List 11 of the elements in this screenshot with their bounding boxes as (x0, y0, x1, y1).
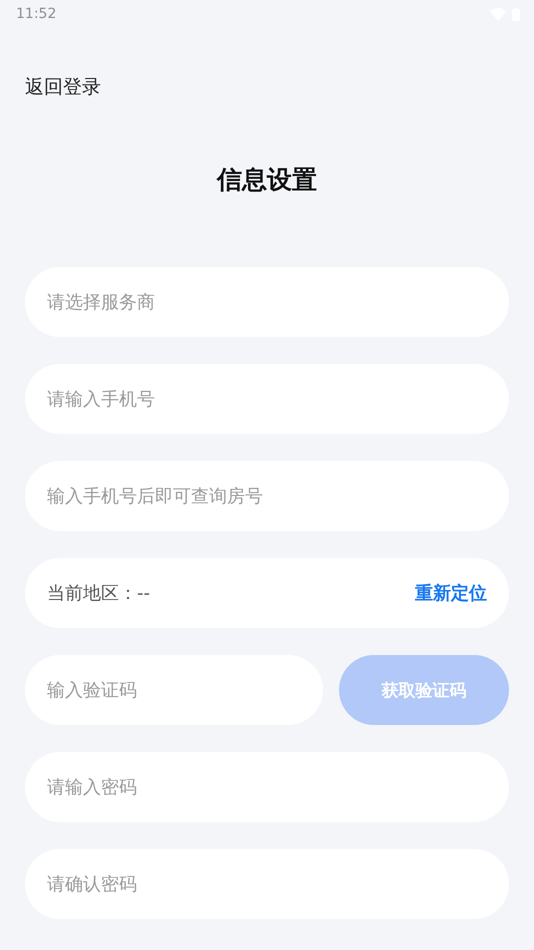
status-time: 11:52 (16, 6, 56, 22)
relocate-link[interactable]: 重新定位 (415, 581, 487, 605)
current-region-text: 当前地区：-- (47, 582, 150, 605)
password-field[interactable]: 请确认密码 (25, 849, 509, 919)
input-field[interactable]: 输入手机号后即可查询房号 (25, 461, 509, 531)
back-to-login-link[interactable]: 返回登录 (25, 75, 101, 99)
password-field[interactable]: 请输入密码 (25, 752, 509, 822)
code-field[interactable]: 输入验证码 (25, 655, 323, 725)
input-field[interactable]: 请输入手机号 (25, 364, 509, 434)
provider-select[interactable]: 请选择服务商 (25, 267, 509, 337)
page-title: 信息设置 (215, 164, 318, 196)
